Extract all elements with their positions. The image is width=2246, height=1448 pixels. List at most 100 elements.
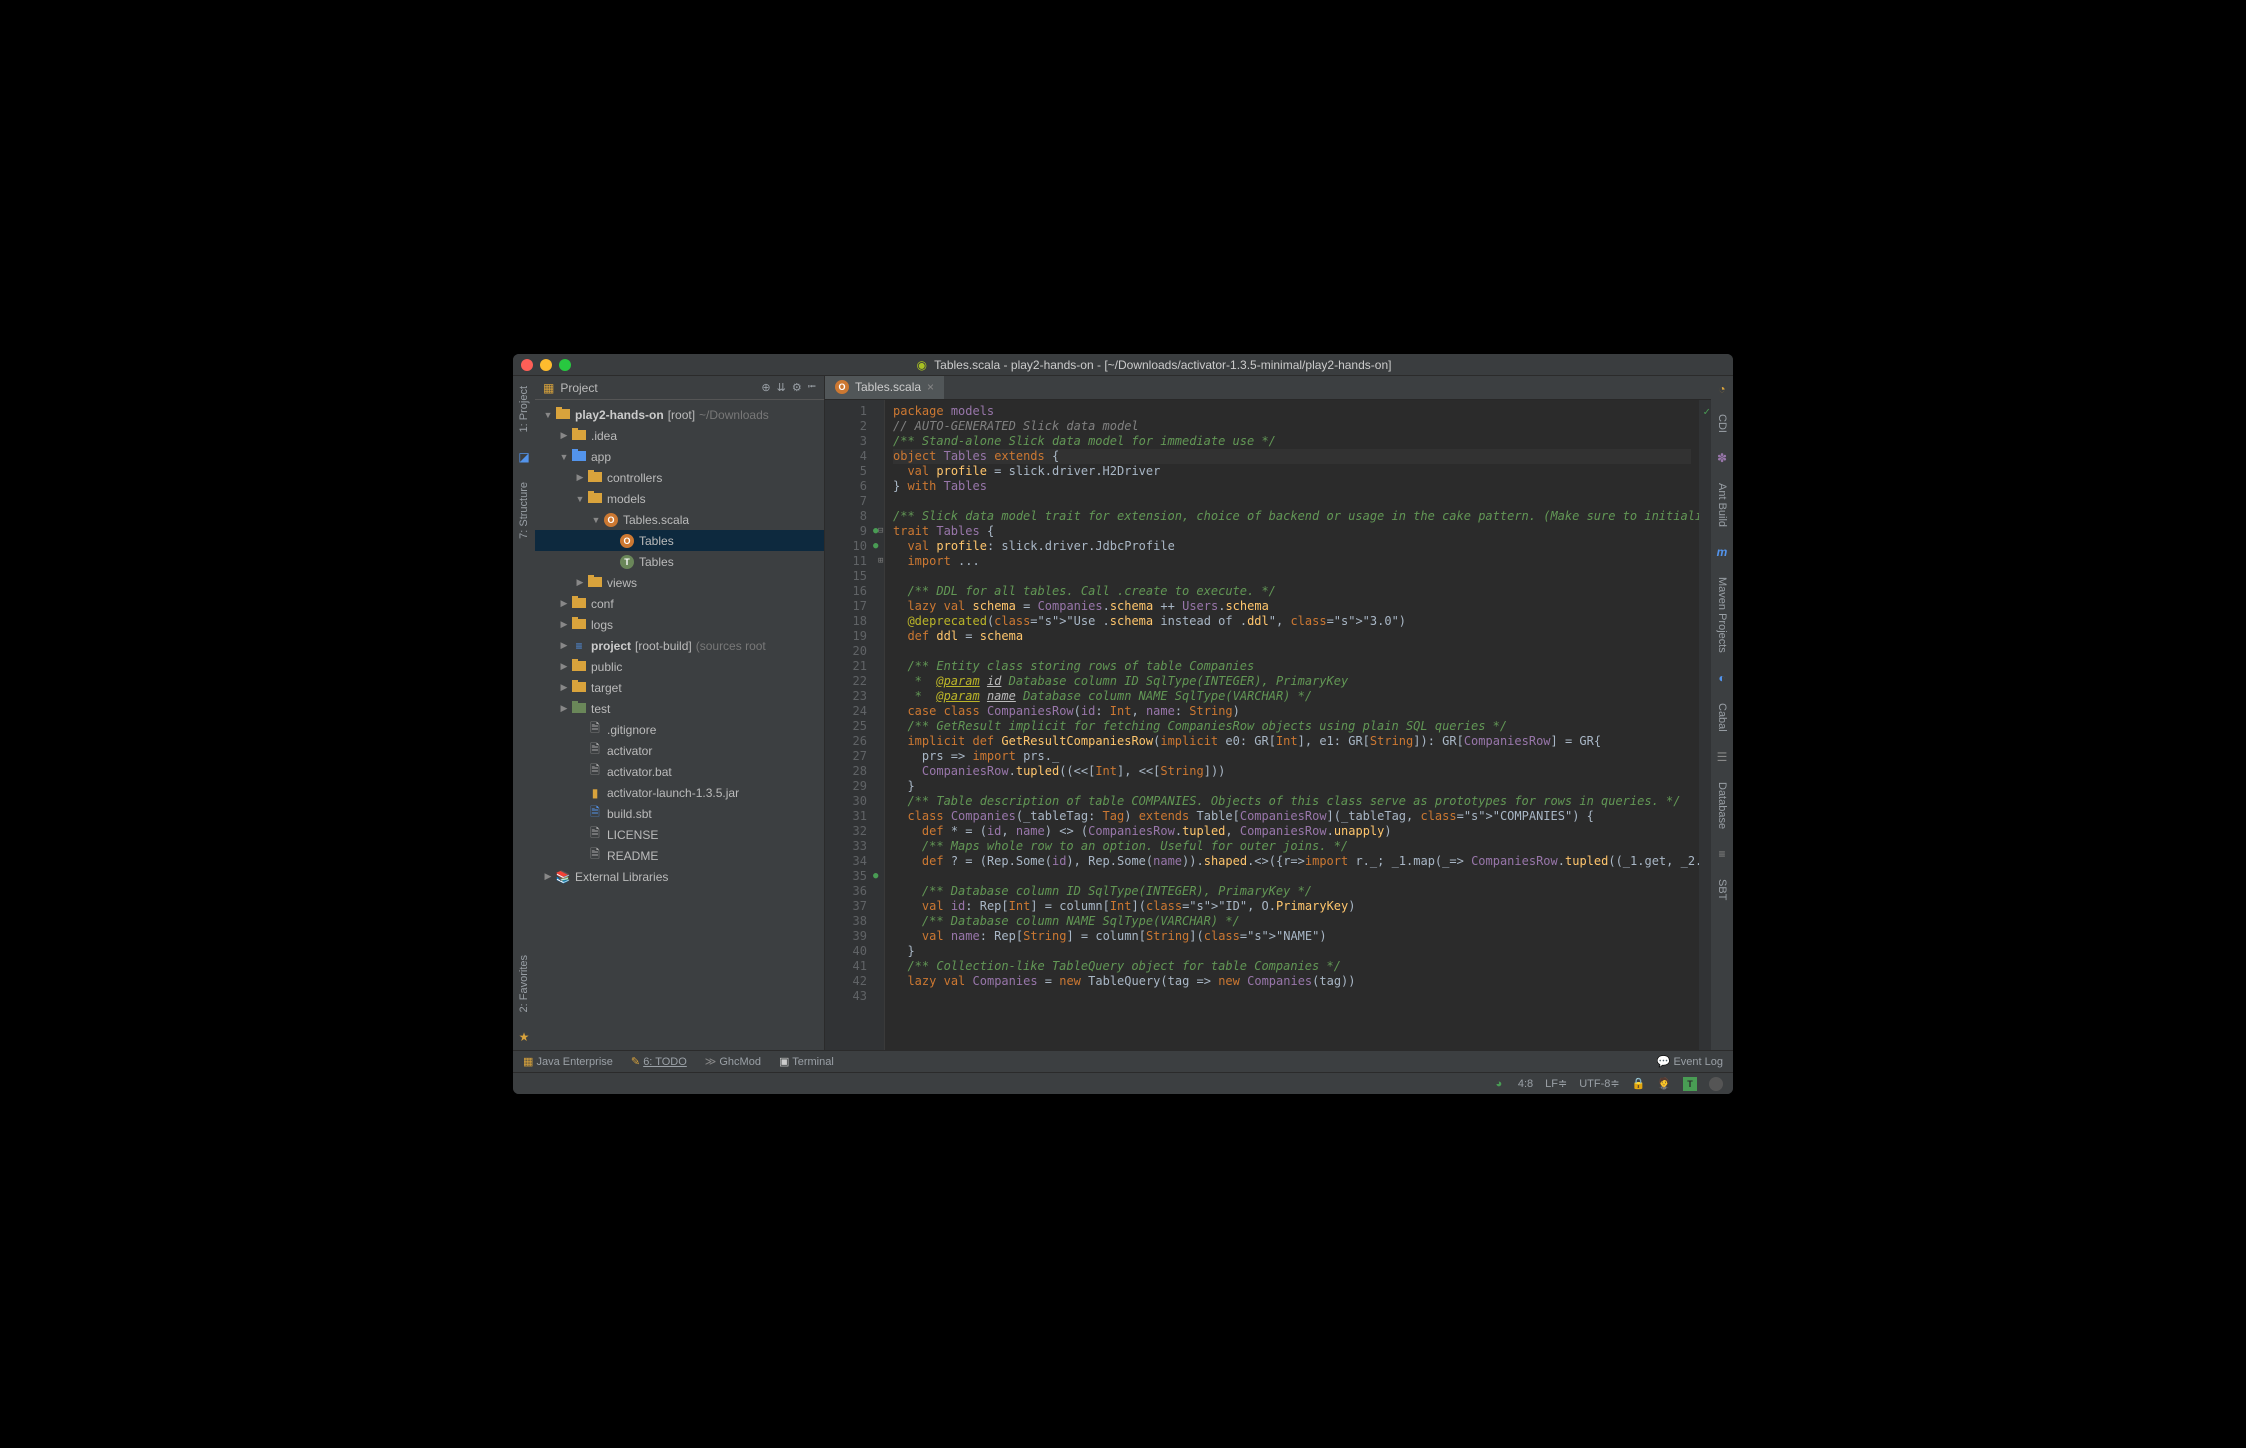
tree-app[interactable]: ▼app <box>535 446 824 467</box>
tree-readme[interactable]: 🗎README <box>535 845 824 866</box>
tree-tables-t[interactable]: TTables <box>535 551 824 572</box>
label: controllers <box>607 471 662 485</box>
label: activator <box>607 744 652 758</box>
tool-java-ee[interactable]: ▦ Java Enterprise <box>523 1055 613 1068</box>
titlebar: ◉ Tables.scala - play2-hands-on - [~/Dow… <box>513 354 1733 376</box>
tree-test[interactable]: ▶test <box>535 698 824 719</box>
tab-tables-scala[interactable]: O Tables.scala × <box>825 376 945 399</box>
tree-gitignore[interactable]: 🗎.gitignore <box>535 719 824 740</box>
gear-icon[interactable]: ⚙ <box>792 381 802 394</box>
project-icon: ▦ <box>543 381 554 395</box>
tree-idea[interactable]: ▶.idea <box>535 425 824 446</box>
project-pane-header: ▦ Project ⊕ ⇊ ⚙ ⭰ <box>535 376 824 400</box>
label: Tables.scala <box>623 513 689 527</box>
db-icon[interactable]: ◪ <box>518 450 529 464</box>
tree-build-sbt[interactable]: 🗎build.sbt <box>535 803 824 824</box>
tree-controllers[interactable]: ▶controllers <box>535 467 824 488</box>
scope-icon[interactable]: ⊕ <box>761 381 770 394</box>
tree-root-label: play2-hands-on <box>575 408 664 422</box>
clock-icon[interactable]: ◕ <box>1492 1077 1506 1091</box>
fold-icon[interactable]: ⊞ <box>878 554 883 569</box>
title-path: [~/Downloads/activator-1.3.5-minimal/pla… <box>1104 358 1391 372</box>
project-pane-title[interactable]: Project <box>560 381 597 395</box>
tree-tables-o[interactable]: OTables <box>535 530 824 551</box>
tool-todo[interactable]: ✎ 6: TODO <box>631 1055 687 1068</box>
inspection-ok-icon[interactable]: ✓ <box>1703 404 1710 419</box>
tree-views[interactable]: ▶views <box>535 572 824 593</box>
traffic-lights <box>521 359 571 371</box>
tool-ghcmod[interactable]: ≫ GhcMod <box>705 1055 761 1068</box>
maven-icon[interactable]: m <box>1717 545 1728 559</box>
tree-project[interactable]: ▶≡project[root-build](sources root <box>535 635 824 656</box>
star-icon[interactable]: ★ <box>519 1030 530 1044</box>
tree-activator-jar[interactable]: ▮activator-launch-1.3.5.jar <box>535 782 824 803</box>
tool-maven[interactable]: Maven Projects <box>1716 573 1728 657</box>
tool-cdi[interactable]: CDI <box>1716 410 1728 437</box>
label: Tables <box>639 555 674 569</box>
fold-icon[interactable]: ⊟ <box>878 524 883 539</box>
hector-icon[interactable]: 🤵 <box>1657 1077 1671 1090</box>
code-content[interactable]: package models// AUTO-GENERATED Slick da… <box>885 400 1699 1050</box>
collapse-icon[interactable]: ⇊ <box>777 381 786 394</box>
maximize-icon[interactable] <box>559 359 571 371</box>
tree-activator-bat[interactable]: 🗎activator.bat <box>535 761 824 782</box>
tool-ant[interactable]: Ant Build <box>1716 479 1728 531</box>
hide-icon[interactable]: ⭰ <box>808 378 816 397</box>
code-editor[interactable]: 1234567891011151617181920212223242526272… <box>825 400 1711 1050</box>
tool-event-log[interactable]: 💬 Event Log <box>1657 1055 1723 1068</box>
tree-models[interactable]: ▼models <box>535 488 824 509</box>
tool-terminal[interactable]: ▣ Terminal <box>779 1055 834 1068</box>
memory-indicator[interactable] <box>1709 1077 1723 1091</box>
tool-project[interactable]: 1: Project <box>518 382 530 436</box>
tree-license[interactable]: 🗎LICENSE <box>535 824 824 845</box>
tree-conf[interactable]: ▶conf <box>535 593 824 614</box>
tool-sbt[interactable]: SBT <box>1716 875 1728 904</box>
title-project: play2-hands-on <box>1011 358 1094 372</box>
minimize-icon[interactable] <box>540 359 552 371</box>
label: views <box>607 576 637 590</box>
label: LICENSE <box>607 828 658 842</box>
label: logs <box>591 618 613 632</box>
ant-icon[interactable]: ✽ <box>1717 451 1727 465</box>
tree-target[interactable]: ▶target <box>535 677 824 698</box>
label: Java Enterprise <box>536 1056 612 1068</box>
cabal-icon[interactable]: ◐ <box>1718 671 1725 685</box>
tree-tables-scala[interactable]: ▼OTables.scala <box>535 509 824 530</box>
close-icon[interactable]: × <box>927 380 934 394</box>
label: conf <box>591 597 614 611</box>
right-tool-rail: ◔ CDI ✽ Ant Build m Maven Projects ◐ Cab… <box>1711 376 1733 1050</box>
tree-activator[interactable]: 🗎activator <box>535 740 824 761</box>
tool-favorites[interactable]: 2: Favorites <box>518 951 530 1016</box>
close-icon[interactable] <box>521 359 533 371</box>
cursor-position[interactable]: 4:8 <box>1518 1078 1533 1090</box>
database-icon[interactable]: ☰ <box>1717 750 1728 764</box>
tree-logs[interactable]: ▶logs <box>535 614 824 635</box>
impl-mark-icon[interactable]: ● <box>873 539 878 554</box>
label: public <box>591 660 622 674</box>
file-type-icon: O <box>835 380 849 394</box>
status-bar: ◕ 4:8 LF≑ UTF-8≑ 🔒 🤵 T <box>513 1072 1733 1094</box>
label: README <box>607 849 658 863</box>
cdi-icon[interactable]: ◔ <box>1718 382 1725 396</box>
sbt-icon[interactable]: ≡ <box>1718 847 1725 861</box>
label: activator-launch-1.3.5.jar <box>607 786 739 800</box>
tree-root-path: ~/Downloads <box>699 408 769 422</box>
error-stripe[interactable]: ✓ <box>1699 400 1711 1050</box>
tab-label: Tables.scala <box>855 380 921 394</box>
encoding[interactable]: UTF-8≑ <box>1579 1077 1619 1090</box>
inspection-icon[interactable]: T <box>1683 1077 1697 1091</box>
tool-structure[interactable]: 7: Structure <box>518 478 530 543</box>
tool-database[interactable]: Database <box>1716 778 1728 833</box>
title-sep: - <box>1004 358 1011 372</box>
tree-external-libs[interactable]: ▶📚External Libraries <box>535 866 824 887</box>
tree-root[interactable]: ▼play2-hands-on[root]~/Downloads <box>535 404 824 425</box>
label: activator.bat <box>607 765 672 779</box>
lock-icon[interactable]: 🔒 <box>1632 1077 1646 1090</box>
project-tree[interactable]: ▼play2-hands-on[root]~/Downloads ▶.idea … <box>535 400 824 1050</box>
label: target <box>591 681 622 695</box>
line-separator[interactable]: LF≑ <box>1545 1077 1567 1090</box>
file-icon: ◉ <box>917 358 927 372</box>
tree-public[interactable]: ▶public <box>535 656 824 677</box>
tool-cabal[interactable]: Cabal <box>1716 699 1728 736</box>
impl-mark-icon[interactable]: ● <box>873 869 878 884</box>
